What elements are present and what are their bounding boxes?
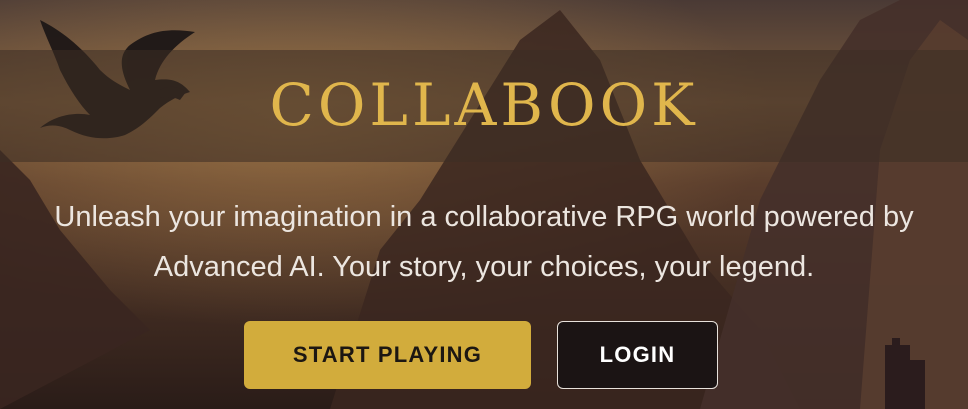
app-title: COLLABOOK	[269, 71, 699, 139]
tagline-line-1: Unleash your imagination in a collaborat…	[54, 201, 914, 233]
login-button[interactable]: LOGIN	[557, 321, 718, 389]
start-playing-button[interactable]: START PLAYING	[244, 321, 531, 389]
tagline-line-2: Advanced AI. Your story, your choices, y…	[153, 251, 815, 283]
tagline: Unleash your imagination in a collaborat…	[0, 192, 968, 292]
